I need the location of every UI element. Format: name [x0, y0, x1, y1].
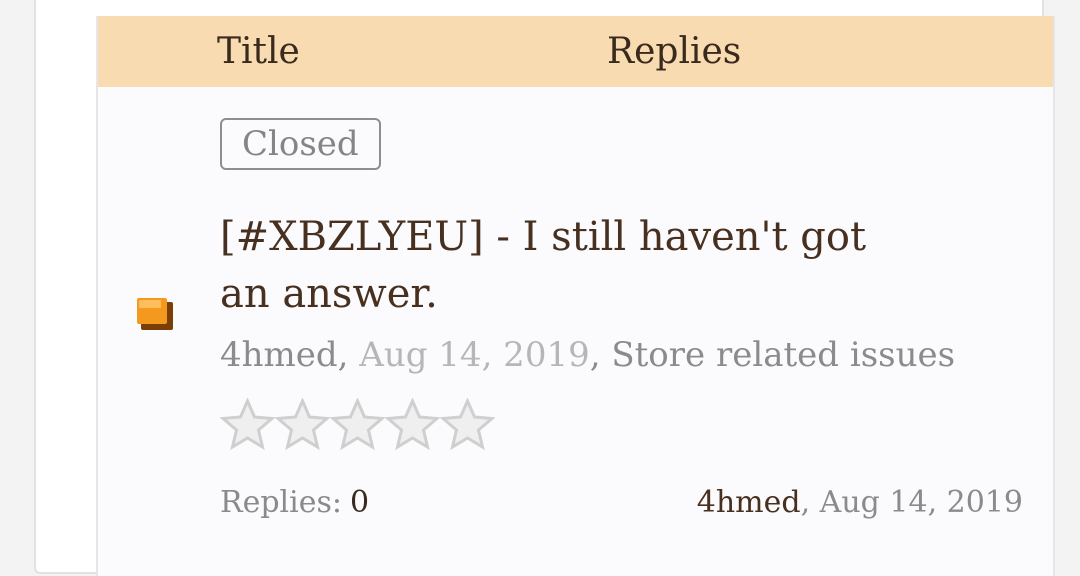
star-empty-icon[interactable]	[275, 398, 330, 450]
closed-flag-icon	[135, 294, 175, 336]
rating-stars[interactable]	[220, 398, 495, 450]
star-empty-icon[interactable]	[385, 398, 440, 450]
star-empty-icon[interactable]	[440, 398, 495, 450]
meta-separator: ,	[589, 335, 612, 375]
header-replies[interactable]: Replies	[607, 32, 741, 72]
thread-list-container: Title Replies Closed [#XBZLYEU] - I stil…	[34, 0, 1055, 576]
thread-date[interactable]: Aug 14, 2019	[359, 335, 589, 375]
thread-author[interactable]: 4hmed	[220, 335, 338, 375]
status-badge-label: Closed	[242, 124, 359, 164]
replies-label: Replies:	[220, 485, 342, 520]
thread-title-link[interactable]: [#XBZLYEU] - I still haven't got an answ…	[220, 209, 920, 323]
star-empty-icon[interactable]	[220, 398, 275, 450]
table-header: Title Replies	[98, 16, 1053, 87]
thread-table: Title Replies Closed [#XBZLYEU] - I stil…	[96, 16, 1055, 576]
last-post-info: 4hmed, Aug 14, 2019	[697, 484, 1023, 522]
thread-meta: 4hmed, Aug 14, 2019, Store related issue…	[220, 334, 955, 376]
meta-separator: ,	[800, 485, 820, 520]
last-post-user[interactable]: 4hmed	[697, 485, 801, 520]
star-empty-icon[interactable]	[330, 398, 385, 450]
status-badge: Closed	[220, 118, 381, 170]
thread-forum[interactable]: Store related issues	[611, 335, 955, 375]
meta-separator: ,	[337, 335, 360, 375]
replies-stat: Replies: 0	[220, 484, 369, 522]
last-post-date[interactable]: Aug 14, 2019	[820, 485, 1023, 520]
replies-count: 0	[350, 485, 370, 520]
header-title[interactable]: Title	[217, 32, 300, 72]
